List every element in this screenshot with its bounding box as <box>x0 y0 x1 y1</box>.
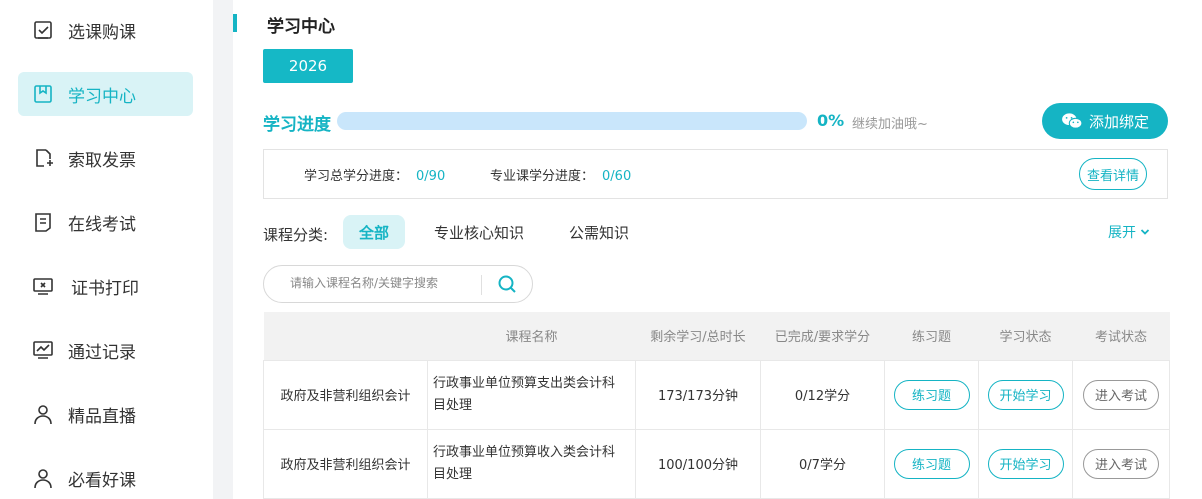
sidebar-item-label: 精品直播 <box>68 406 136 427</box>
practice-cell: 练习题 <box>884 428 979 499</box>
header-category <box>263 312 428 360</box>
user-icon <box>32 403 54 425</box>
sidebar-item-certificate-print[interactable]: 证书打印 <box>18 264 193 308</box>
header-exam-status: 考试状态 <box>1072 312 1170 360</box>
course-category: 政府及非营利组织会计 <box>263 359 428 430</box>
certificate-icon <box>32 275 54 297</box>
sidebar-item-label: 在线考试 <box>68 214 136 235</box>
start-study-button[interactable]: 开始学习 <box>987 448 1064 479</box>
study-cell: 开始学习 <box>978 359 1073 430</box>
wechat-icon <box>1062 113 1083 129</box>
exam-cell: 进入考试 <box>1072 359 1170 430</box>
exam-cell: 进入考试 <box>1072 428 1170 499</box>
header-course-name: 课程名称 <box>427 312 636 360</box>
sidebar-item-invoice[interactable]: 索取发票 <box>18 136 193 180</box>
course-table: 课程名称 剩余学习/总时长 已完成/要求学分 练习题 学习状态 考试状态 政府及… <box>263 312 1170 499</box>
table-header-row: 课程名称 剩余学习/总时长 已完成/要求学分 练习题 学习状态 考试状态 <box>263 312 1170 360</box>
category-tab-all[interactable]: 全部 <box>343 215 405 249</box>
course-credits: 0/7学分 <box>760 428 885 499</box>
category-label: 课程分类: <box>263 226 329 244</box>
sidebar-item-label: 通过记录 <box>68 342 136 363</box>
sidebar-item-label: 索取发票 <box>68 150 136 171</box>
user-icon <box>32 467 54 489</box>
study-cell: 开始学习 <box>978 428 1073 499</box>
tab-year[interactable]: 2026 <box>263 49 353 83</box>
table-row: 政府及非营利组织会计 行政事业单位预算支出类会计科目处理 173/173分钟 0… <box>263 359 1170 430</box>
header-remaining-time: 剩余学习/总时长 <box>635 312 761 360</box>
category-tab-core[interactable]: 专业核心知识 <box>421 215 537 249</box>
credit-progress-box: 学习总学分进度： 0/90 专业课学分进度： 0/60 查看详情 <box>263 149 1168 199</box>
total-credit-value: 0/90 <box>416 169 446 184</box>
enter-exam-button[interactable]: 进入考试 <box>1083 379 1159 410</box>
invoice-icon <box>32 147 54 169</box>
progress-bar <box>337 112 807 130</box>
chevron-down-icon <box>1140 229 1150 235</box>
page-title: 学习中心 <box>267 17 335 37</box>
total-credit-progress: 学习总学分进度： 0/90 <box>304 165 445 184</box>
progress-percent: 0% <box>817 111 845 130</box>
sidebar-item-learning-center[interactable]: 学习中心 <box>18 72 193 116</box>
practice-button[interactable]: 练习题 <box>893 379 970 410</box>
progress-hint: 继续加油哦~ <box>852 117 928 132</box>
search-input[interactable] <box>290 276 475 290</box>
sidebar-item-label: 学习中心 <box>68 86 136 107</box>
search-divider <box>481 275 482 295</box>
add-binding-label: 添加绑定 <box>1088 112 1149 131</box>
major-credit-value: 0/60 <box>602 169 632 184</box>
view-details-button[interactable]: 查看详情 <box>1079 158 1147 190</box>
course-remaining-time: 100/100分钟 <box>635 428 761 499</box>
header-practice: 练习题 <box>884 312 979 360</box>
header-study-status: 学习状态 <box>978 312 1073 360</box>
course-category: 政府及非营利组织会计 <box>263 428 428 499</box>
sidebar-item-label: 证书打印 <box>71 278 139 299</box>
start-study-button[interactable]: 开始学习 <box>987 379 1064 410</box>
sidebar-item-online-exam[interactable]: 在线考试 <box>18 200 193 244</box>
sidebar-item-label: 选课购课 <box>68 22 136 43</box>
checkbox-icon <box>32 19 54 41</box>
table-row: 政府及非营利组织会计 行政事业单位预算收入类会计科目处理 100/100分钟 0… <box>263 428 1170 499</box>
course-remaining-time: 173/173分钟 <box>635 359 761 430</box>
expand-label: 展开 <box>1108 225 1136 241</box>
sidebar-item-pass-records[interactable]: 通过记录 <box>18 328 193 372</box>
sidebar: 选课购课 学习中心 索取发票 在线考试 证书打印 通过记录 精品直播 必看好课 <box>0 0 213 499</box>
course-credits: 0/12学分 <box>760 359 885 430</box>
sidebar-item-must-watch[interactable]: 必看好课 <box>18 456 193 499</box>
header-credits: 已完成/要求学分 <box>760 312 885 360</box>
sidebar-item-label: 必看好课 <box>68 470 136 491</box>
practice-cell: 练习题 <box>884 359 979 430</box>
sidebar-item-course-purchase[interactable]: 选课购课 <box>18 8 193 52</box>
practice-button[interactable]: 练习题 <box>893 448 970 479</box>
course-name: 行政事业单位预算支出类会计科目处理 <box>427 359 636 430</box>
total-credit-label: 学习总学分进度： <box>304 169 409 184</box>
title-accent-bar <box>233 14 237 32</box>
course-name: 行政事业单位预算收入类会计科目处理 <box>427 428 636 499</box>
expand-toggle[interactable]: 展开 <box>1108 222 1150 242</box>
major-credit-progress: 专业课学分进度： 0/60 <box>490 165 631 184</box>
sidebar-item-live-courses[interactable]: 精品直播 <box>18 392 193 436</box>
major-credit-label: 专业课学分进度： <box>490 169 595 184</box>
exam-icon <box>32 211 54 233</box>
add-binding-button[interactable]: 添加绑定 <box>1042 103 1168 139</box>
main-panel: 学习中心 2026 学习进度 0% 继续加油哦~ 添加绑定 学习总学分进度： 0/… <box>233 0 1202 499</box>
search-box <box>263 265 533 303</box>
category-tab-public[interactable]: 公需知识 <box>557 215 641 249</box>
progress-label: 学习进度 <box>263 115 331 135</box>
bookmark-icon <box>32 83 54 105</box>
enter-exam-button[interactable]: 进入考试 <box>1083 448 1159 479</box>
chart-icon <box>32 339 54 361</box>
search-icon[interactable] <box>497 274 517 294</box>
